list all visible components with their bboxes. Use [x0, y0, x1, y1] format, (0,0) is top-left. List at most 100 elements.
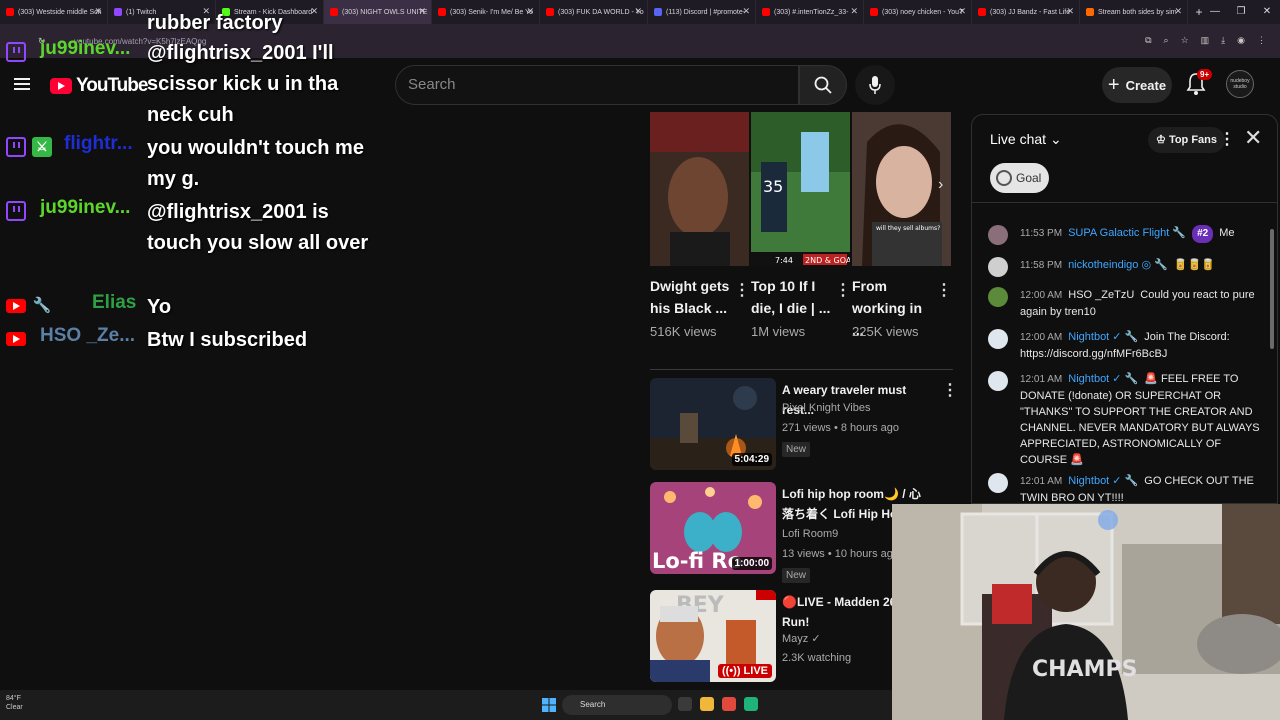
- account-avatar[interactable]: nudeboy studio: [1226, 70, 1254, 98]
- taskbar-search-label: Search: [580, 700, 606, 709]
- search-input[interactable]: Search: [395, 65, 799, 105]
- chat-avatar[interactable]: [988, 473, 1008, 493]
- cast-icon[interactable]: ⧉: [1145, 35, 1151, 46]
- chat-avatar[interactable]: [988, 329, 1008, 349]
- short-thumbnail[interactable]: 35 7:44 2ND & GOAL: [751, 112, 850, 266]
- short-card[interactable]: Dwight gets his Black ... 516K views ⋮: [650, 112, 750, 339]
- browser-tab[interactable]: (303) JJ Bandz - Fast Life ✕: [972, 0, 1080, 24]
- chat-author[interactable]: HSO _ZeTzU: [1068, 289, 1134, 301]
- address-bar-icons: ⧉ ⌕ ☆ ▥ ⤓ ◉ ⋮: [1145, 35, 1266, 46]
- windows-start-icon[interactable]: [542, 698, 556, 712]
- chat-author[interactable]: nickotheindigo ◎ 🔧: [1068, 259, 1168, 271]
- short-card[interactable]: 35 7:44 2ND & GOAL Top 10 If I die, I die |…: [751, 112, 851, 339]
- short-thumbnail[interactable]: will they sell albums?: [852, 112, 951, 266]
- video-item[interactable]: 5:04:29 A weary traveler must rest... Pixe…: [650, 378, 960, 478]
- browser-tab[interactable]: (113) Discord | #promote- ✕: [648, 0, 756, 24]
- tab-close-icon[interactable]: ✕: [742, 6, 750, 17]
- chrome-icon[interactable]: [722, 697, 736, 711]
- webcam-image: CHAMPS: [892, 504, 1280, 720]
- live-broadcast-icon: ((•)): [721, 665, 744, 677]
- chat-author[interactable]: SUPA Galactic Flight 🔧: [1068, 227, 1186, 239]
- taskbar-apps: [678, 697, 758, 711]
- chat-avatar[interactable]: [988, 225, 1008, 245]
- chat-author[interactable]: Nightbot ✓ 🔧: [1068, 373, 1138, 385]
- video-thumbnail[interactable]: Lo-fi Ro 1:00:00: [650, 482, 776, 574]
- tab-close-icon[interactable]: ✕: [958, 6, 966, 17]
- browser-tab[interactable]: (303) noey chicken - YouT ✕: [864, 0, 972, 24]
- weather-widget[interactable]: 84°F Clear: [6, 694, 23, 712]
- chat-author[interactable]: Nightbot ✓ 🔧: [1068, 475, 1138, 487]
- new-badge: New: [782, 568, 811, 583]
- close-chat-icon[interactable]: ✕: [1244, 125, 1262, 151]
- chat-author[interactable]: Nightbot ✓ 🔧: [1068, 331, 1138, 343]
- browser-tab[interactable]: (303) #.intenTionZz_33- ✕: [756, 0, 864, 24]
- minimize-icon[interactable]: —: [1202, 0, 1228, 24]
- short-menu-icon[interactable]: ⋮: [936, 280, 952, 300]
- tab-close-icon[interactable]: ✕: [850, 6, 858, 17]
- sword-badge-icon: ⚔: [32, 137, 52, 157]
- browser-tab[interactable]: (303) FUK DA WORLD - Yo ✕: [540, 0, 648, 24]
- video-thumbnail[interactable]: BEY ((•)) LIVE: [650, 590, 776, 682]
- browser-tab[interactable]: (303) Senik- I'm Me/ Be Yo ✕: [432, 0, 540, 24]
- chevron-right-icon[interactable]: ›: [938, 176, 943, 194]
- svg-text:Lo-fi Ro: Lo-fi Ro: [652, 549, 742, 573]
- video-channel[interactable]: Lofi Room9: [782, 528, 838, 540]
- chat-message: 12:01 AM Nightbot ✓ 🔧 GO CHECK OUT THE TWI…: [988, 473, 1268, 503]
- video-channel[interactable]: Pixel Knight Vibes: [782, 402, 870, 414]
- webcam-feed: CHAMPS: [892, 504, 1280, 720]
- short-thumbnail[interactable]: [650, 112, 749, 266]
- chat-message: 12:01 AM Nightbot ✓ 🔧 🚨 FEEL FREE TO DONAT…: [988, 371, 1268, 468]
- goal-chip[interactable]: Goal: [990, 163, 1050, 193]
- tab-close-icon[interactable]: ✕: [634, 6, 642, 17]
- maximize-icon[interactable]: ❐: [1228, 0, 1254, 24]
- browser-menu-icon[interactable]: ⋮: [1257, 35, 1266, 46]
- overlay-badges: 🔧: [6, 296, 52, 316]
- overlay-badges: [6, 329, 26, 346]
- tab-favicon-icon: [762, 8, 770, 16]
- overlay-chat-text: Yo: [147, 296, 172, 318]
- top-fans-button[interactable]: ♔ Top Fans: [1148, 127, 1226, 153]
- chat-avatar[interactable]: [988, 371, 1008, 391]
- twitch-badge-icon: [6, 201, 26, 221]
- chat-more-options-icon[interactable]: ⋮: [1219, 129, 1235, 149]
- video-channel[interactable]: Mayz ✓: [782, 632, 821, 645]
- zoom-icon[interactable]: ⌕: [1164, 35, 1169, 46]
- short-title[interactable]: Top 10 If I die, I die | ...: [751, 275, 836, 319]
- tab-label: (303) noey chicken - YouT: [882, 8, 964, 16]
- profile-icon[interactable]: ◉: [1237, 35, 1245, 46]
- browser-tab[interactable]: Stream both sides by sim ✕: [1080, 0, 1188, 24]
- twitch-badge-icon: [6, 137, 26, 157]
- voice-search-button[interactable]: [855, 65, 895, 105]
- taskbar-search[interactable]: Search: [562, 695, 672, 715]
- app-icon[interactable]: [744, 697, 758, 711]
- downloads-icon[interactable]: ⤓: [1221, 35, 1225, 46]
- sidebar-icon[interactable]: ▥: [1201, 35, 1210, 46]
- tab-close-icon[interactable]: ✕: [1066, 6, 1074, 17]
- search-button[interactable]: [799, 65, 847, 105]
- overlay-chat-text: @flightrisx_2001 I'll scissor kick u in …: [147, 42, 339, 126]
- live-chat-mode-dropdown[interactable]: Live chat ⌄: [990, 131, 1062, 148]
- task-view-icon[interactable]: [678, 697, 692, 711]
- tab-label: (303) Senik- I'm Me/ Be Yo: [450, 8, 534, 16]
- bookmark-star-icon[interactable]: ☆: [1181, 35, 1189, 46]
- tab-close-icon[interactable]: ✕: [526, 6, 534, 17]
- overlay-badges: ⚔: [6, 137, 52, 157]
- svg-text:will they sell albums?: will they sell albums?: [876, 225, 940, 232]
- create-button[interactable]: + Create: [1102, 67, 1172, 103]
- file-explorer-icon[interactable]: [700, 697, 714, 711]
- tab-close-icon[interactable]: ✕: [418, 6, 426, 17]
- short-title[interactable]: Dwight gets his Black ...: [650, 275, 735, 319]
- close-window-icon[interactable]: ✕: [1254, 0, 1280, 24]
- overlay-chat-username: flightr...: [64, 133, 133, 154]
- chat-avatar[interactable]: [988, 287, 1008, 307]
- short-menu-icon[interactable]: ⋮: [734, 280, 750, 300]
- short-card[interactable]: will they sell albums? From working in ..…: [852, 112, 952, 339]
- video-thumbnail[interactable]: 5:04:29: [650, 378, 776, 470]
- tab-close-icon[interactable]: ✕: [1174, 6, 1182, 17]
- chat-scrollbar[interactable]: [1270, 207, 1274, 497]
- video-title[interactable]: A weary traveler must rest...: [782, 380, 922, 420]
- chat-message-body: 12:00 AM HSO _ZeTzU Could you react to pur…: [1020, 287, 1268, 320]
- video-menu-icon[interactable]: ⋮: [942, 380, 958, 400]
- chat-avatar[interactable]: [988, 257, 1008, 277]
- short-menu-icon[interactable]: ⋮: [835, 280, 851, 300]
